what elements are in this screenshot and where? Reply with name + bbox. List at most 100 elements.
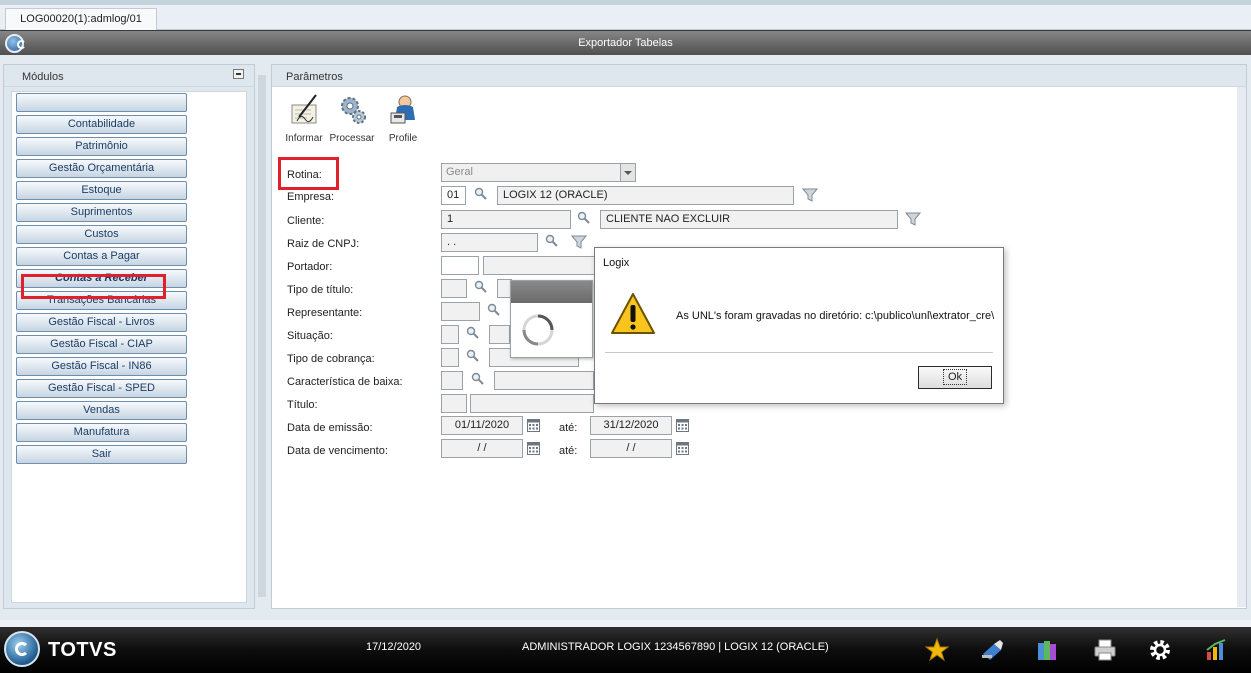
- caracteristica-baixa-search-icon[interactable]: [471, 372, 485, 386]
- raiz-cnpj-search-icon[interactable]: [545, 234, 559, 248]
- caracteristica-baixa-code-field[interactable]: [441, 371, 463, 390]
- rotina-select-value: Geral: [446, 166, 473, 178]
- representante-search-icon[interactable]: [487, 303, 501, 317]
- informar-icon: [291, 94, 317, 124]
- cliente-name-field[interactable]: CLIENTE NAO EXCLUIR: [600, 210, 898, 229]
- calendar-icon[interactable]: [527, 419, 540, 432]
- bottom-strip: [0, 620, 1251, 627]
- situacao-code-field[interactable]: [441, 325, 459, 344]
- window-title: Exportador Tabelas: [578, 37, 673, 49]
- data-emissao-from-field[interactable]: 01/11/2020: [441, 416, 523, 435]
- message-dialog: Logix As UNL's foram gravadas no diretór…: [594, 247, 1004, 404]
- loading-indicator: [510, 280, 593, 358]
- tipo-titulo-label: Tipo de título:: [287, 284, 354, 296]
- warning-icon: [611, 293, 655, 334]
- processar-button[interactable]: Processar: [329, 93, 375, 144]
- parameters-scrollbar[interactable]: [1237, 87, 1246, 607]
- printer-icon[interactable]: [1093, 638, 1117, 662]
- calendar-icon[interactable]: [676, 442, 689, 455]
- data-vencimento-ate-label: até:: [559, 445, 578, 457]
- favorites-star-icon[interactable]: [925, 638, 949, 662]
- settings-gear-icon[interactable]: [1148, 638, 1172, 662]
- module-button-gestao-fiscal-livros[interactable]: Gestão Fiscal - Livros: [16, 313, 187, 332]
- caracteristica-baixa-name-field[interactable]: [494, 371, 594, 390]
- raiz-cnpj-field[interactable]: . .: [441, 233, 538, 252]
- modules-panel-title: Módulos: [22, 71, 64, 83]
- module-button-suprimentos[interactable]: Suprimentos: [16, 203, 187, 222]
- empresa-name-field[interactable]: LOGIX 12 (ORACLE): [497, 186, 794, 205]
- parameters-panel-title: Parâmetros: [286, 71, 343, 83]
- processar-label: Processar: [329, 133, 375, 144]
- data-vencimento-to-field[interactable]: / /: [590, 439, 672, 458]
- panel-splitter[interactable]: [258, 75, 266, 597]
- empresa-search-icon[interactable]: [474, 187, 488, 201]
- module-button-contabilidade[interactable]: Contabilidade: [16, 115, 187, 134]
- tipo-cobranca-search-icon[interactable]: [466, 349, 480, 363]
- titulo-code-field[interactable]: [441, 394, 467, 413]
- portador-code-field[interactable]: [441, 256, 479, 275]
- module-button-contas-a-pagar[interactable]: Contas a Pagar: [16, 247, 187, 266]
- tipo-titulo-code-field[interactable]: [441, 279, 467, 298]
- calendar-icon[interactable]: [676, 419, 689, 432]
- representante-label: Representante:: [287, 307, 363, 319]
- data-emissao-label: Data de emissão:: [287, 422, 373, 434]
- informar-button[interactable]: Informar: [281, 93, 327, 144]
- empresa-code-field[interactable]: 01: [441, 186, 466, 205]
- calendar-icon[interactable]: [527, 442, 540, 455]
- profile-label: Profile: [388, 133, 418, 144]
- parameters-panel-header: Parâmetros: [272, 65, 1246, 87]
- module-button-sair[interactable]: Sair: [16, 445, 187, 464]
- edit-brush-icon[interactable]: [980, 638, 1004, 662]
- portador-name-field[interactable]: [483, 256, 598, 275]
- data-emissao-ate-label: até:: [559, 422, 578, 434]
- module-button-blank[interactable]: [16, 93, 187, 112]
- raiz-cnpj-label: Raiz de CNPJ:: [287, 238, 360, 250]
- module-button-patrimonio[interactable]: Patrimônio: [16, 137, 187, 156]
- tab-session[interactable]: LOG00020(1):admlog/01: [5, 8, 157, 30]
- modules-panel-header: Módulos: [4, 65, 254, 87]
- empresa-label: Empresa:: [287, 191, 335, 203]
- status-bar: TOTVS 17/12/2020 ADMINISTRADOR LOGIX 123…: [0, 627, 1251, 673]
- ok-button-label: Ok: [942, 369, 968, 385]
- reports-chart-icon[interactable]: [1205, 638, 1229, 662]
- raiz-cnpj-filter-icon[interactable]: [571, 234, 587, 250]
- module-button-manufatura[interactable]: Manufatura: [16, 423, 187, 442]
- module-button-custos[interactable]: Custos: [16, 225, 187, 244]
- ok-button[interactable]: Ok: [918, 366, 992, 389]
- tipo-titulo-search-icon[interactable]: [474, 280, 488, 294]
- books-icon[interactable]: [1035, 638, 1059, 662]
- module-button-gestao-fiscal-in86[interactable]: Gestão Fiscal - IN86: [16, 357, 187, 376]
- module-button-gestao-fiscal-ciap[interactable]: Gestão Fiscal - CIAP: [16, 335, 187, 354]
- module-button-gestao-fiscal-sped[interactable]: Gestão Fiscal - SPED: [16, 379, 187, 398]
- data-emissao-to-field[interactable]: 31/12/2020: [590, 416, 672, 435]
- representante-code-field[interactable]: [441, 302, 480, 321]
- dialog-separator: [605, 352, 993, 353]
- cliente-search-icon[interactable]: [577, 211, 591, 225]
- chevron-down-icon[interactable]: [620, 164, 635, 181]
- cliente-code-field[interactable]: 1: [441, 210, 571, 229]
- portador-label: Portador:: [287, 261, 333, 273]
- loading-indicator-header: [511, 281, 592, 303]
- dialog-title: Logix: [603, 257, 630, 269]
- situacao-search-icon[interactable]: [466, 326, 480, 340]
- profile-button[interactable]: Profile: [380, 93, 426, 144]
- titulo-label: Título:: [287, 399, 318, 411]
- totvs-logo-icon[interactable]: [4, 631, 40, 667]
- cliente-filter-icon[interactable]: [905, 211, 921, 227]
- module-button-estoque[interactable]: Estoque: [16, 181, 187, 200]
- data-vencimento-from-field[interactable]: / /: [441, 439, 523, 458]
- module-button-gestao-orcamentaria[interactable]: Gestão Orçamentária: [16, 159, 187, 178]
- empresa-filter-icon[interactable]: [802, 187, 818, 203]
- module-button-vendas[interactable]: Vendas: [16, 401, 187, 420]
- dialog-message: As UNL's foram gravadas no diretório: c:…: [676, 310, 995, 322]
- totvs-brand: TOTVS: [48, 639, 117, 661]
- cliente-label: Cliente:: [287, 215, 325, 227]
- minimize-panel-button[interactable]: [233, 69, 244, 79]
- loading-spinner-icon: [522, 314, 554, 346]
- situacao-name-field[interactable]: [489, 325, 510, 344]
- status-user-info: ADMINISTRADOR LOGIX 1234567890 | LOGIX 1…: [522, 641, 829, 653]
- tipo-cobranca-code-field[interactable]: [441, 348, 459, 367]
- rotina-select[interactable]: Geral: [441, 163, 636, 182]
- caracteristica-baixa-label: Característica de baixa:: [287, 376, 403, 388]
- titulo-number-field[interactable]: [470, 394, 594, 413]
